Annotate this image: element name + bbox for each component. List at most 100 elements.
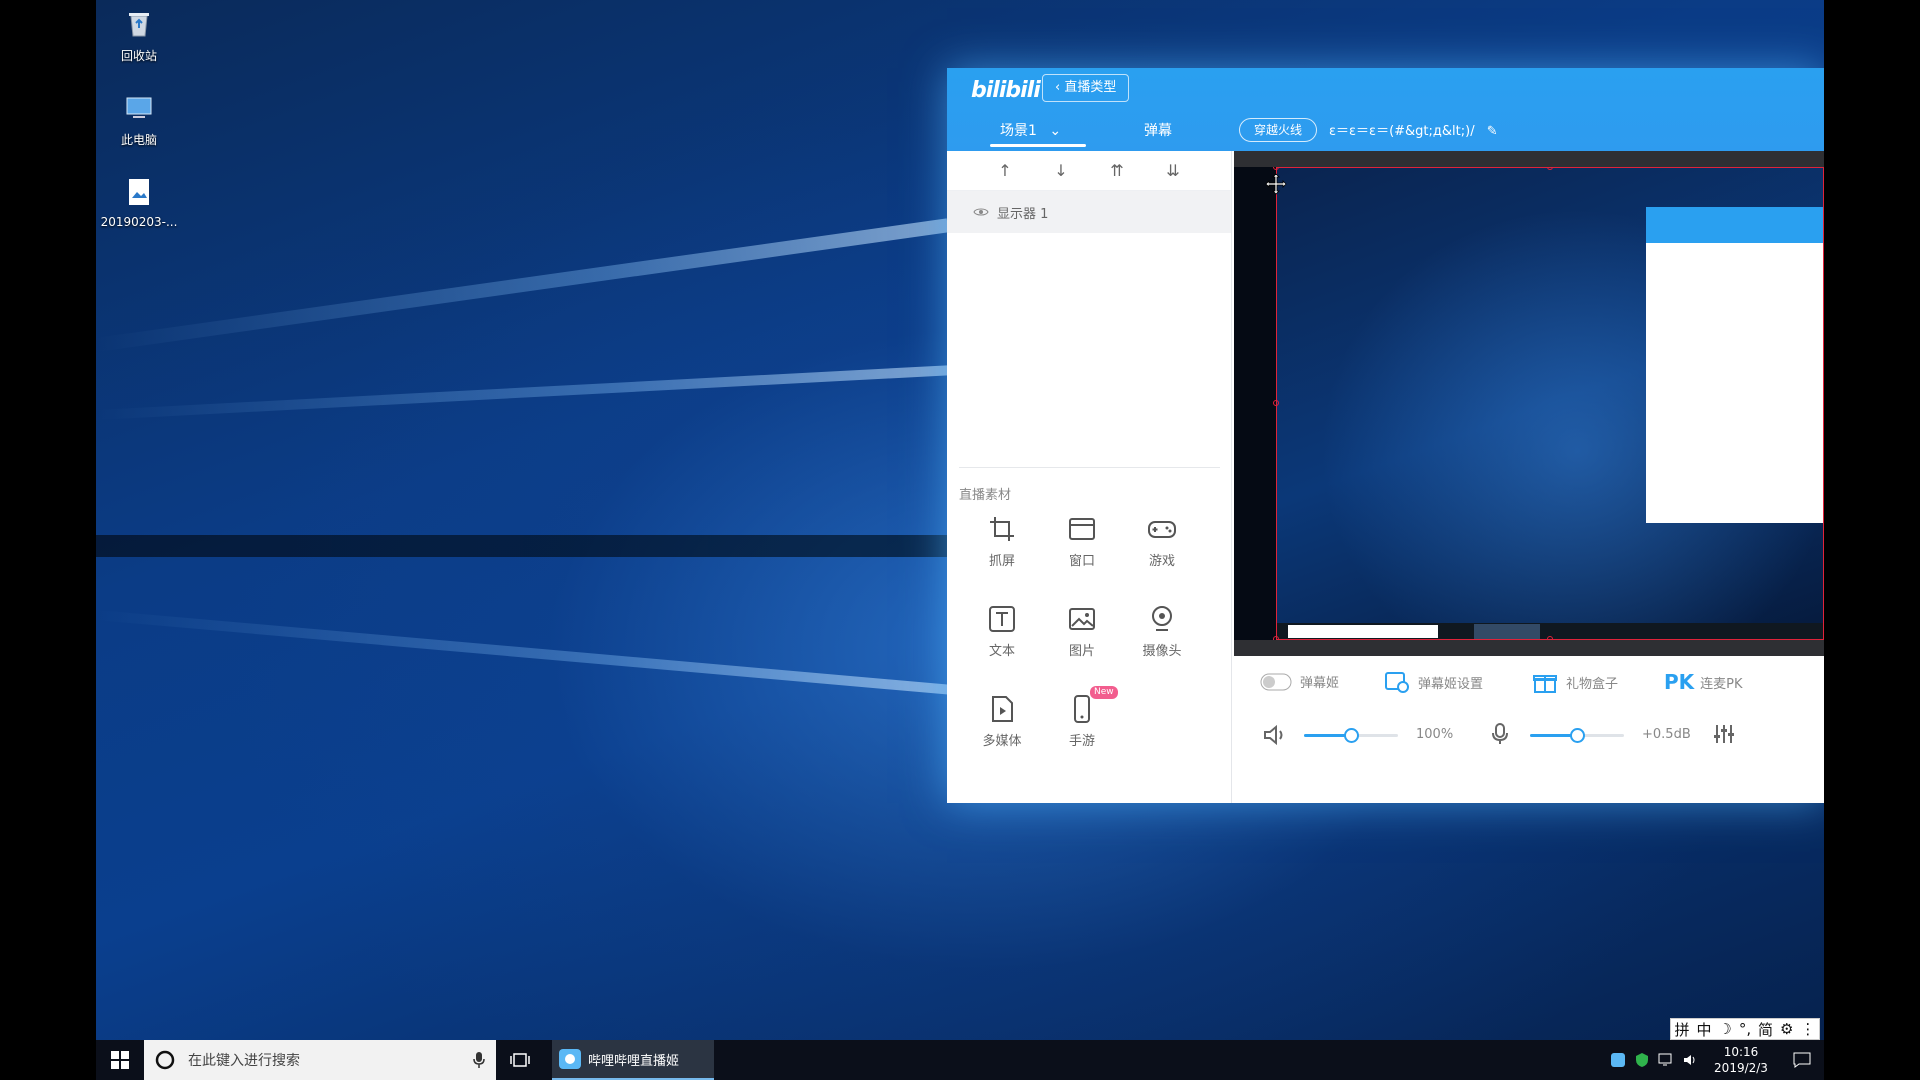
ime-toolbar: 拼 中 ☽ °, 简 ⚙ ⋮ (1670, 1018, 1820, 1040)
material-label: 图片 (1068, 644, 1095, 659)
tab-scene[interactable]: 场景1 ⌄ (990, 120, 1086, 147)
source-item-label: 显示器 1 (997, 206, 1049, 222)
volume-slider-knob[interactable] (1344, 728, 1359, 743)
gift-box-label: 礼物盒子 (1566, 676, 1619, 692)
stream-preview[interactable] (1234, 151, 1824, 656)
move-down-icon[interactable]: ↓ (1051, 161, 1071, 181)
taskbar-search-box[interactable]: 在此键入进行搜索 (144, 1040, 496, 1080)
danmaku-settings-label: 弹幕姬设置 (1418, 676, 1484, 692)
ime-pinyin-icon[interactable]: 拼 (1674, 1019, 1689, 1040)
desktop-icon-label: 回收站 (120, 49, 157, 63)
link-pk-button[interactable]: PK 连麦PK (1664, 670, 1743, 694)
ime-simplified[interactable]: 简 (1758, 1019, 1773, 1040)
stream-controls: 弹幕姬 弹幕姬设置 礼物盒子 PK 连麦PK 100% +0.5dB (1234, 656, 1824, 803)
material-label: 窗口 (1068, 554, 1095, 569)
desktop-icon-recycle-bin[interactable]: 回收站 (96, 8, 182, 64)
material-media[interactable]: 多媒体 (972, 694, 1032, 749)
wallpaper-shadow (96, 535, 956, 557)
move-bottom-icon[interactable]: ⇊ (1163, 161, 1183, 181)
source-item-display[interactable]: 显示器 1 (947, 191, 1231, 233)
move-up-icon[interactable]: ↑ (995, 161, 1015, 181)
desktop-icon-this-pc[interactable]: 此电脑 (96, 92, 182, 148)
gift-box-button[interactable]: 礼物盒子 (1532, 670, 1618, 694)
danmaku-toggle-label: 弹幕姬 (1300, 676, 1340, 691)
media-icon (992, 696, 1013, 722)
ime-moon-icon[interactable]: ☽ (1718, 1020, 1731, 1038)
tray-security-icon[interactable] (1630, 1040, 1654, 1080)
material-camera[interactable]: 摄像头 (1132, 604, 1192, 659)
material-label: 摄像头 (1142, 644, 1182, 659)
source-order-toolbar: ↑ ↓ ⇈ ⇊ (947, 151, 1231, 191)
resize-handle[interactable] (1273, 636, 1279, 640)
link-pk-label: 连麦PK (1700, 676, 1743, 692)
material-label: 手游 (1068, 734, 1095, 749)
clock-date: 2019/2/3 (1714, 1061, 1768, 1075)
volume-value: 100% (1416, 727, 1454, 742)
task-view-icon (510, 1053, 530, 1067)
material-image[interactable]: 图片 (1052, 604, 1112, 659)
selection-rectangle[interactable] (1276, 167, 1824, 640)
taskbar-app-bilibili-live[interactable]: 哔哩哔哩直播姬 (552, 1040, 714, 1080)
room-title[interactable]: ε＝ε＝ε＝(#&gt;д&lt;)/ ✎ (1329, 120, 1498, 139)
mobile-icon (1074, 695, 1090, 723)
material-text[interactable]: 文本 (972, 604, 1032, 659)
danmaku-toggle[interactable]: 弹幕姬 (1260, 672, 1339, 691)
new-badge: New (1090, 686, 1118, 699)
live-type-back-button[interactable]: ‹ 直播类型 (1042, 74, 1130, 102)
preview-canvas (1234, 167, 1824, 640)
image-icon (1069, 608, 1095, 630)
danmaku-settings-icon (1385, 672, 1409, 693)
resize-handle[interactable] (1273, 400, 1279, 406)
move-top-icon[interactable]: ⇈ (1107, 161, 1127, 181)
danmaku-settings-button[interactable]: 弹幕姬设置 (1384, 670, 1483, 694)
desktop-icon-label: 此电脑 (120, 133, 157, 147)
material-screen-capture[interactable]: 抓屏 (972, 514, 1032, 569)
eye-icon[interactable] (973, 204, 989, 220)
volume-slider[interactable] (1304, 728, 1398, 743)
window-icon (1069, 518, 1095, 540)
tab-danmu[interactable]: 弹幕 (1144, 120, 1172, 140)
material-mobile-game[interactable]: New 手游 (1052, 686, 1118, 749)
gamepad-icon (1148, 521, 1176, 538)
toggle-switch-icon (1260, 673, 1292, 690)
notification-center-icon[interactable] (1780, 1040, 1824, 1080)
material-label: 游戏 (1148, 554, 1175, 569)
start-button[interactable] (96, 1040, 144, 1080)
mic-slider[interactable] (1530, 728, 1624, 743)
camera-icon (1152, 606, 1172, 631)
material-window[interactable]: 窗口 (1052, 514, 1112, 569)
ime-punctuation[interactable]: °, (1739, 1020, 1751, 1038)
game-category-button[interactable]: 穿越火线 (1239, 118, 1318, 142)
windows-logo-icon (111, 1051, 129, 1069)
network-icon[interactable] (1654, 1040, 1678, 1080)
clock-time: 10:16 (1723, 1045, 1759, 1059)
gift-icon (1533, 675, 1557, 693)
tray-bilibili-icon[interactable] (1606, 1040, 1630, 1080)
task-view-button[interactable] (496, 1040, 544, 1080)
system-tray: 10:16 2019/2/3 (1606, 1040, 1824, 1080)
material-label: 多媒体 (982, 734, 1022, 749)
material-label: 文本 (988, 644, 1015, 659)
bilibili-live-icon (559, 1049, 581, 1069)
desktop-icon-image-file[interactable]: 20190203-... (96, 176, 182, 229)
material-game[interactable]: 游戏 (1132, 514, 1192, 569)
materials-title: 直播素材 (959, 488, 1012, 503)
ime-chinese-mode[interactable]: 中 (1696, 1019, 1711, 1040)
ime-more-icon[interactable]: ⋮ (1800, 1020, 1815, 1038)
desktop: 回收站 此电脑 20190203-... bilibili ‹ 直播类型 场景1… (96, 0, 1824, 1080)
windows-taskbar: 在此键入进行搜索 哔哩哔哩直播姬 拼 中 ☽ °, 简 ⚙ ⋮ 10:16 20… (96, 1018, 1824, 1080)
mixer-icon[interactable] (1712, 722, 1736, 746)
microphone-icon[interactable] (472, 1050, 486, 1070)
chevron-down-icon: ⌄ (1049, 123, 1062, 139)
taskbar-clock[interactable]: 10:16 2019/2/3 (1702, 1044, 1780, 1076)
wallpaper-beam (96, 364, 956, 420)
edit-icon[interactable]: ✎ (1487, 124, 1498, 139)
volume-icon[interactable] (1678, 1040, 1702, 1080)
material-label: 抓屏 (988, 554, 1015, 569)
resize-handle[interactable] (1547, 636, 1553, 640)
app-header: bilibili ‹ 直播类型 场景1 ⌄ 弹幕 穿越火线 ε＝ε＝ε＝(#&g… (947, 68, 1824, 151)
microphone-icon[interactable] (1490, 722, 1510, 746)
ime-settings-icon[interactable]: ⚙ (1780, 1020, 1793, 1038)
mic-slider-knob[interactable] (1570, 728, 1585, 743)
speaker-icon[interactable] (1262, 724, 1288, 746)
